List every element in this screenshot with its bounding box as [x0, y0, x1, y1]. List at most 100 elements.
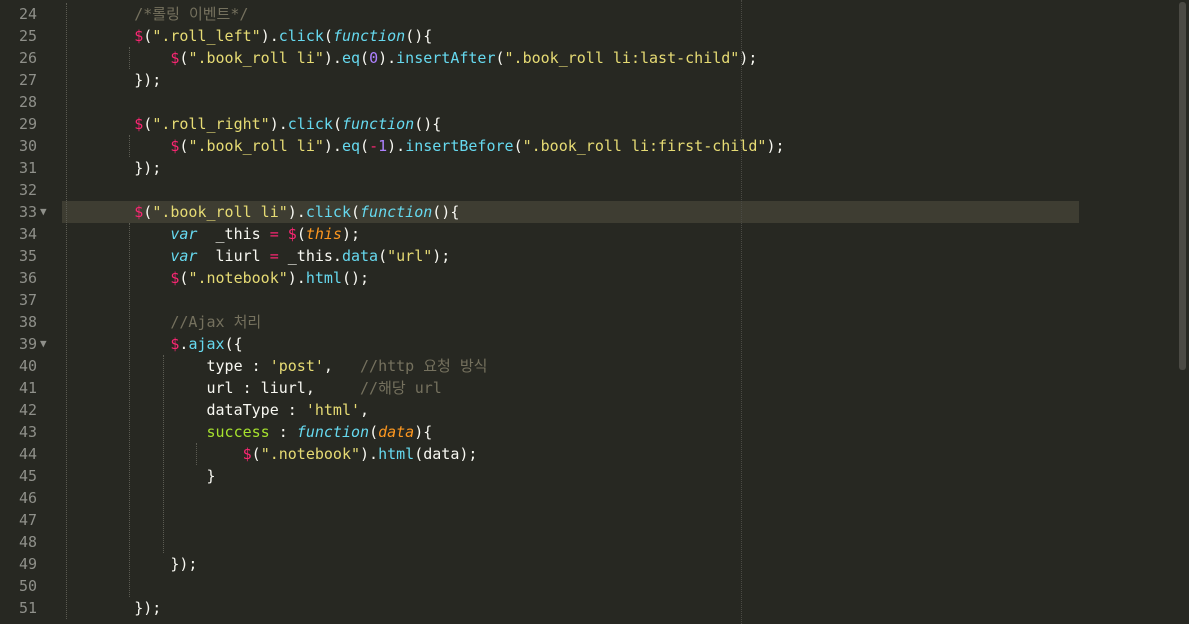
code-token: = — [269, 247, 279, 265]
code-token: $ — [287, 225, 297, 243]
code-line-active[interactable]: $(".book_roll li").click(function(){ — [62, 201, 1079, 223]
code-line[interactable]: }); — [62, 597, 1176, 619]
code-line[interactable]: }); — [62, 69, 1176, 91]
code-token: 'html' — [305, 401, 361, 419]
code-line[interactable]: } — [62, 465, 1176, 487]
code-line[interactable] — [62, 289, 1176, 311]
line-number[interactable]: 42 — [0, 399, 62, 421]
line-number[interactable]: 34 — [0, 223, 62, 245]
code-token: 0 — [369, 49, 379, 67]
line-number-label: 45 — [19, 467, 38, 485]
line-number[interactable]: 39 ▼ — [0, 333, 62, 355]
line-number[interactable]: 49 — [0, 553, 62, 575]
code-line[interactable]: dataType : 'html', — [62, 399, 1176, 421]
code-token: }); — [62, 71, 162, 89]
code-token: ){ — [414, 423, 433, 441]
line-number[interactable]: 27 — [0, 69, 62, 91]
line-number[interactable]: 46 — [0, 487, 62, 509]
code-token: ".book_roll li" — [188, 137, 324, 155]
line-number[interactable]: 30 — [0, 135, 62, 157]
code-token: (){ — [432, 203, 460, 221]
code-line[interactable]: url : liurl, //해당 url — [62, 377, 1176, 399]
code-token: ( — [296, 225, 306, 243]
line-number[interactable]: 50 — [0, 575, 62, 597]
code-token: ajax — [188, 335, 225, 353]
fold-arrow-icon[interactable]: ▼ — [40, 333, 47, 355]
code-line[interactable]: $.ajax({ — [62, 333, 1176, 355]
code-token: }); — [62, 159, 162, 177]
line-number[interactable]: 37 — [0, 289, 62, 311]
line-number[interactable]: 43 — [0, 421, 62, 443]
line-number[interactable]: 36 — [0, 267, 62, 289]
line-number[interactable]: 32 — [0, 179, 62, 201]
line-number[interactable]: 29 — [0, 113, 62, 135]
code-line[interactable]: var liurl = _this.data("url"); — [62, 245, 1176, 267]
line-number-label: 51 — [19, 599, 38, 617]
line-number-label: 28 — [19, 93, 38, 111]
code-token: _this. — [278, 247, 342, 265]
code-line[interactable] — [62, 531, 1176, 553]
code-line[interactable]: success : function(data){ — [62, 421, 1176, 443]
code-line[interactable]: $(".roll_right").click(function(){ — [62, 113, 1176, 135]
code-line[interactable]: $(".notebook").html(); — [62, 267, 1176, 289]
code-token: ".book_roll li:first-child" — [522, 137, 767, 155]
code-line[interactable]: }); — [62, 157, 1176, 179]
code-line[interactable]: $(".roll_left").click(function(){ — [62, 25, 1176, 47]
code-token: /*롤링 이벤트*/ — [134, 5, 249, 23]
code-token: ). — [260, 27, 279, 45]
code-line[interactable]: $(".notebook").html(data); — [62, 443, 1176, 465]
line-number[interactable]: 28 — [0, 91, 62, 113]
code-token: $ — [134, 115, 144, 133]
code-token: var — [170, 225, 198, 243]
line-number[interactable]: 33 ▼ — [0, 201, 62, 223]
code-line[interactable] — [62, 509, 1176, 531]
code-line[interactable]: type : 'post', //http 요청 방식 — [62, 355, 1176, 377]
code-line[interactable]: $(".book_roll li").eq(0).insertAfter(".b… — [62, 47, 1176, 69]
code-line[interactable]: var _this = $(this); — [62, 223, 1176, 245]
code-token: //http 요청 방식 — [360, 357, 488, 375]
code-line[interactable] — [62, 575, 1176, 597]
code-token: function — [296, 423, 370, 441]
code-line[interactable]: $(".book_roll li").eq(-1).insertBefore("… — [62, 135, 1176, 157]
line-number[interactable]: 48 — [0, 531, 62, 553]
code-line[interactable]: //Ajax 처리 — [62, 311, 1176, 333]
line-number[interactable]: 45 — [0, 465, 62, 487]
code-token: click — [287, 115, 333, 133]
code-token: ). — [323, 137, 342, 155]
code-line[interactable]: }); — [62, 553, 1176, 575]
vertical-scrollbar[interactable] — [1176, 0, 1189, 624]
code-token: ".book_roll li" — [152, 203, 288, 221]
line-number[interactable]: 35 — [0, 245, 62, 267]
line-number-label: 50 — [19, 577, 38, 595]
line-number-label: 29 — [19, 115, 38, 133]
line-number[interactable]: 51 — [0, 597, 62, 619]
code-token: ( — [351, 203, 361, 221]
line-number[interactable]: 40 — [0, 355, 62, 377]
line-number[interactable]: 41 — [0, 377, 62, 399]
line-number[interactable]: 25 — [0, 25, 62, 47]
fold-arrow-icon[interactable]: ▼ — [40, 201, 47, 223]
code-line[interactable] — [62, 487, 1176, 509]
scrollbar-thumb[interactable] — [1179, 2, 1186, 370]
line-number[interactable]: 47 — [0, 509, 62, 531]
line-number[interactable]: 24 — [0, 3, 62, 25]
code-token: ). — [360, 445, 379, 463]
line-number[interactable]: 38 — [0, 311, 62, 333]
code-editor[interactable]: 24 25 26 27 28 29 30 31 32 33 ▼ 34 35 36 37 38 39 ▼ 40 41 42… — [0, 0, 1189, 624]
line-number[interactable]: 26 — [0, 47, 62, 69]
code-line[interactable] — [62, 91, 1176, 113]
code-token: : — [269, 423, 297, 441]
code-token: insertBefore — [405, 137, 514, 155]
code-token: ). — [323, 49, 342, 67]
code-area[interactable]: /*롤링 이벤트*/ $(".roll_left").click(functio… — [62, 3, 1176, 619]
code-token: insertAfter — [396, 49, 496, 67]
code-line[interactable] — [62, 179, 1176, 201]
line-number[interactable]: 44 — [0, 443, 62, 465]
line-number[interactable]: 31 — [0, 157, 62, 179]
code-token: html — [305, 269, 342, 287]
code-line[interactable]: /*롤링 이벤트*/ — [62, 3, 1176, 25]
